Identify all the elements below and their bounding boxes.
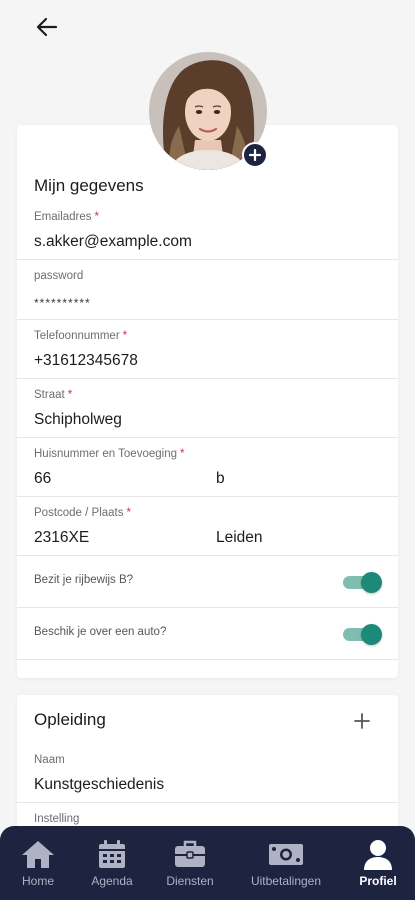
institution-label: Instelling (34, 813, 80, 825)
password-label: password (34, 270, 84, 282)
personal-details-title: Mijn gegevens (34, 176, 144, 195)
education-name-value[interactable]: Kunstgeschiedenis (34, 776, 164, 794)
arrow-left-icon (36, 17, 58, 37)
nav-item-uitbetalingen[interactable]: Uitbetalingen (240, 826, 332, 900)
plus-icon (354, 713, 370, 729)
email-field[interactable]: Emailadres * s.akker@example.com (17, 201, 398, 260)
house-number-value[interactable]: 66 (34, 470, 51, 488)
street-field[interactable]: Straat * Schipholweg (17, 379, 398, 438)
personal-details-card: Mijn gegevens Emailadres * s.akker@exampl… (17, 125, 398, 678)
briefcase-icon (175, 840, 205, 867)
postcode-city-label: Postcode / Plaats * (34, 507, 131, 519)
email-value[interactable]: s.akker@example.com (34, 233, 192, 251)
calendar-icon (99, 840, 125, 868)
user-icon (364, 840, 392, 870)
money-icon (269, 844, 303, 865)
nav-label-home: Home (21, 874, 54, 888)
education-name-label: Naam (34, 754, 65, 766)
nav-label-agenda: Agenda (91, 874, 133, 888)
nav-item-agenda[interactable]: Agenda (82, 826, 142, 900)
toggle-knob (361, 624, 382, 645)
car-row: Beschik je over een auto? (17, 608, 398, 660)
education-title: Opleiding (34, 710, 106, 729)
phone-label: Telefoonnummer * (34, 330, 128, 342)
house-number-field[interactable]: Huisnummer en Toevoeging * 66 b (17, 438, 398, 497)
phone-field[interactable]: Telefoonnummer * +31612345678 (17, 320, 398, 379)
password-field[interactable]: password ********** (17, 260, 398, 320)
education-name-field[interactable]: Naam Kunstgeschiedenis (17, 744, 398, 803)
password-value[interactable]: ********** (34, 296, 91, 310)
house-number-addition-value[interactable]: b (216, 470, 225, 488)
add-education-button[interactable] (350, 709, 374, 733)
home-icon (22, 841, 54, 868)
phone-value[interactable]: +31612345678 (34, 352, 138, 370)
profile-avatar[interactable] (149, 52, 268, 170)
postcode-value[interactable]: 2316XE (34, 529, 89, 547)
nav-label-profiel: Profiel (359, 874, 397, 888)
drivers-license-toggle[interactable] (343, 572, 382, 593)
car-label: Beschik je over een auto? (34, 626, 167, 638)
street-label: Straat * (34, 389, 73, 401)
nav-item-home[interactable]: Home (8, 826, 68, 900)
plus-icon (249, 149, 261, 161)
drivers-license-label: Bezit je rijbewijs B? (34, 574, 134, 586)
city-value[interactable]: Leiden (216, 529, 263, 547)
postcode-city-field[interactable]: Postcode / Plaats * 2316XE Leiden (17, 497, 398, 556)
back-button[interactable] (30, 12, 64, 42)
bottom-navigation: Home Agenda Diensten Uitbetalingen Profi… (0, 826, 415, 900)
house-number-label: Huisnummer en Toevoeging * (34, 448, 185, 460)
toggle-knob (361, 572, 382, 593)
email-label: Emailadres * (34, 211, 100, 223)
add-photo-button[interactable] (242, 142, 268, 168)
drivers-license-row: Bezit je rijbewijs B? (17, 556, 398, 608)
nav-item-profiel[interactable]: Profiel (348, 826, 408, 900)
nav-label-diensten: Diensten (166, 874, 214, 888)
nav-label-uitbetalingen: Uitbetalingen (250, 874, 322, 888)
street-value[interactable]: Schipholweg (34, 411, 122, 429)
nav-item-diensten[interactable]: Diensten (158, 826, 222, 900)
car-toggle[interactable] (343, 624, 382, 645)
